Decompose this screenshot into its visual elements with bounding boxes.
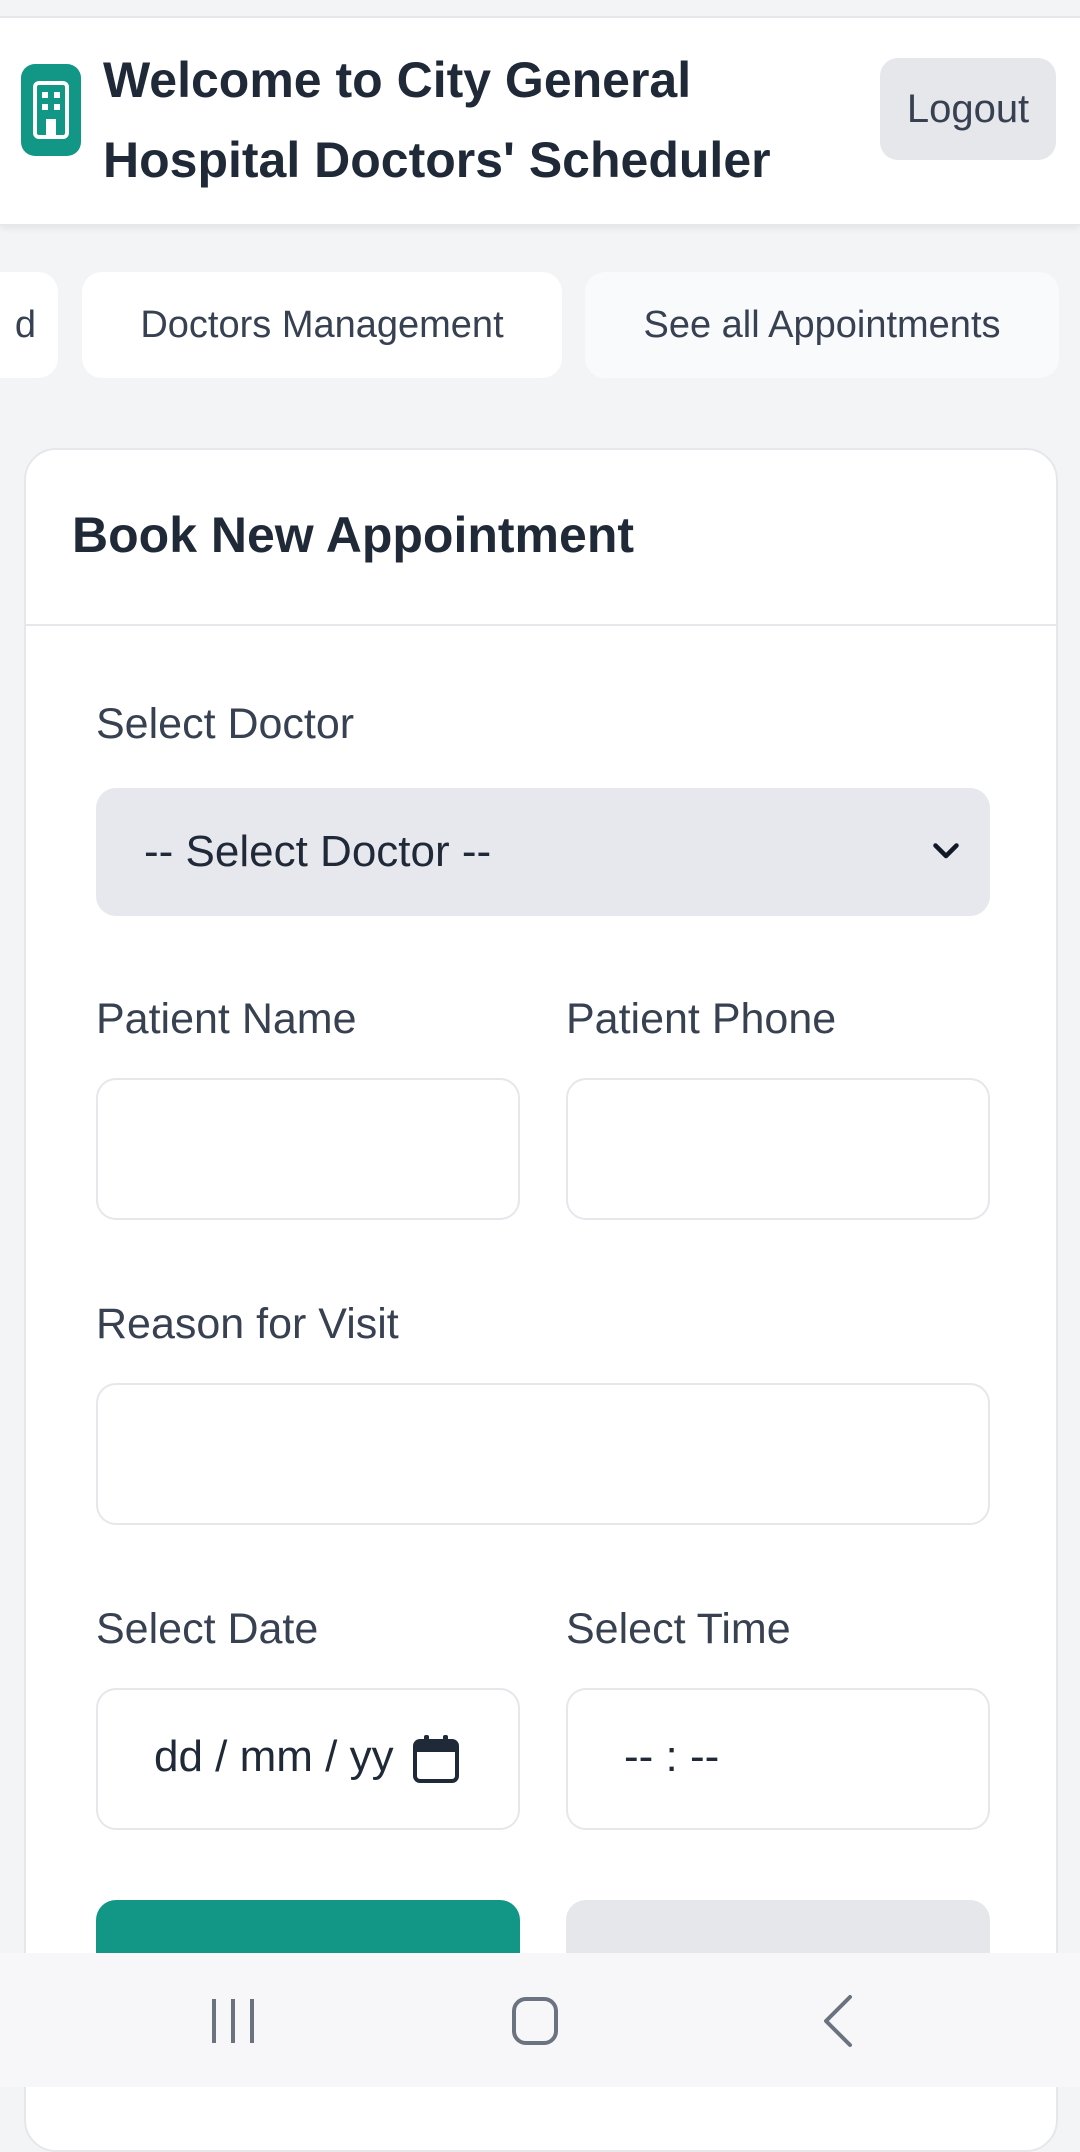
time-input[interactable]: -- : --: [566, 1688, 990, 1830]
tab-dashboard[interactable]: d: [0, 272, 58, 378]
home-icon[interactable]: [510, 1993, 560, 2049]
card-title: Book New Appointment: [72, 507, 635, 563]
tab-doctors-management[interactable]: Doctors Management: [82, 272, 562, 378]
book-appointment-card: Book New Appointment Select Doctor -- Se…: [24, 448, 1058, 2152]
tab-see-all-appointments[interactable]: See all Appointments: [585, 272, 1059, 378]
system-navigation-bar: [0, 1953, 1080, 2087]
patient-phone-label: Patient Phone: [566, 995, 837, 1043]
date-input[interactable]: dd / mm / yy: [96, 1688, 520, 1830]
page-title: Welcome to City General Hospital Doctors…: [103, 52, 771, 188]
reason-label: Reason for Visit: [96, 1300, 399, 1348]
select-doctor-label: Select Doctor: [96, 700, 355, 748]
logout-button[interactable]: Logout: [880, 58, 1056, 160]
select-time-label: Select Time: [566, 1605, 791, 1653]
calendar-icon[interactable]: [412, 1734, 460, 1784]
date-placeholder: dd / mm / yy: [154, 1732, 394, 1781]
recents-icon[interactable]: [208, 1993, 258, 2049]
chevron-down-icon: [933, 843, 959, 859]
doctor-select[interactable]: -- Select Doctor --: [96, 788, 990, 916]
card-header: Book New Appointment: [26, 450, 1056, 626]
select-date-label: Select Date: [96, 1605, 319, 1653]
status-bar: [0, 0, 1080, 18]
hospital-building-icon: [21, 64, 81, 156]
back-icon[interactable]: [818, 1993, 858, 2049]
tab-label: d: [14, 303, 36, 346]
patient-name-input[interactable]: [96, 1078, 520, 1220]
doctor-select-value: -- Select Doctor --: [144, 827, 492, 876]
patient-phone-input[interactable]: [566, 1078, 990, 1220]
time-placeholder: -- : --: [624, 1732, 720, 1781]
patient-name-label: Patient Name: [96, 995, 357, 1043]
reason-input[interactable]: [96, 1383, 990, 1525]
app-header: Welcome to City General Hospital Doctors…: [0, 18, 1080, 225]
